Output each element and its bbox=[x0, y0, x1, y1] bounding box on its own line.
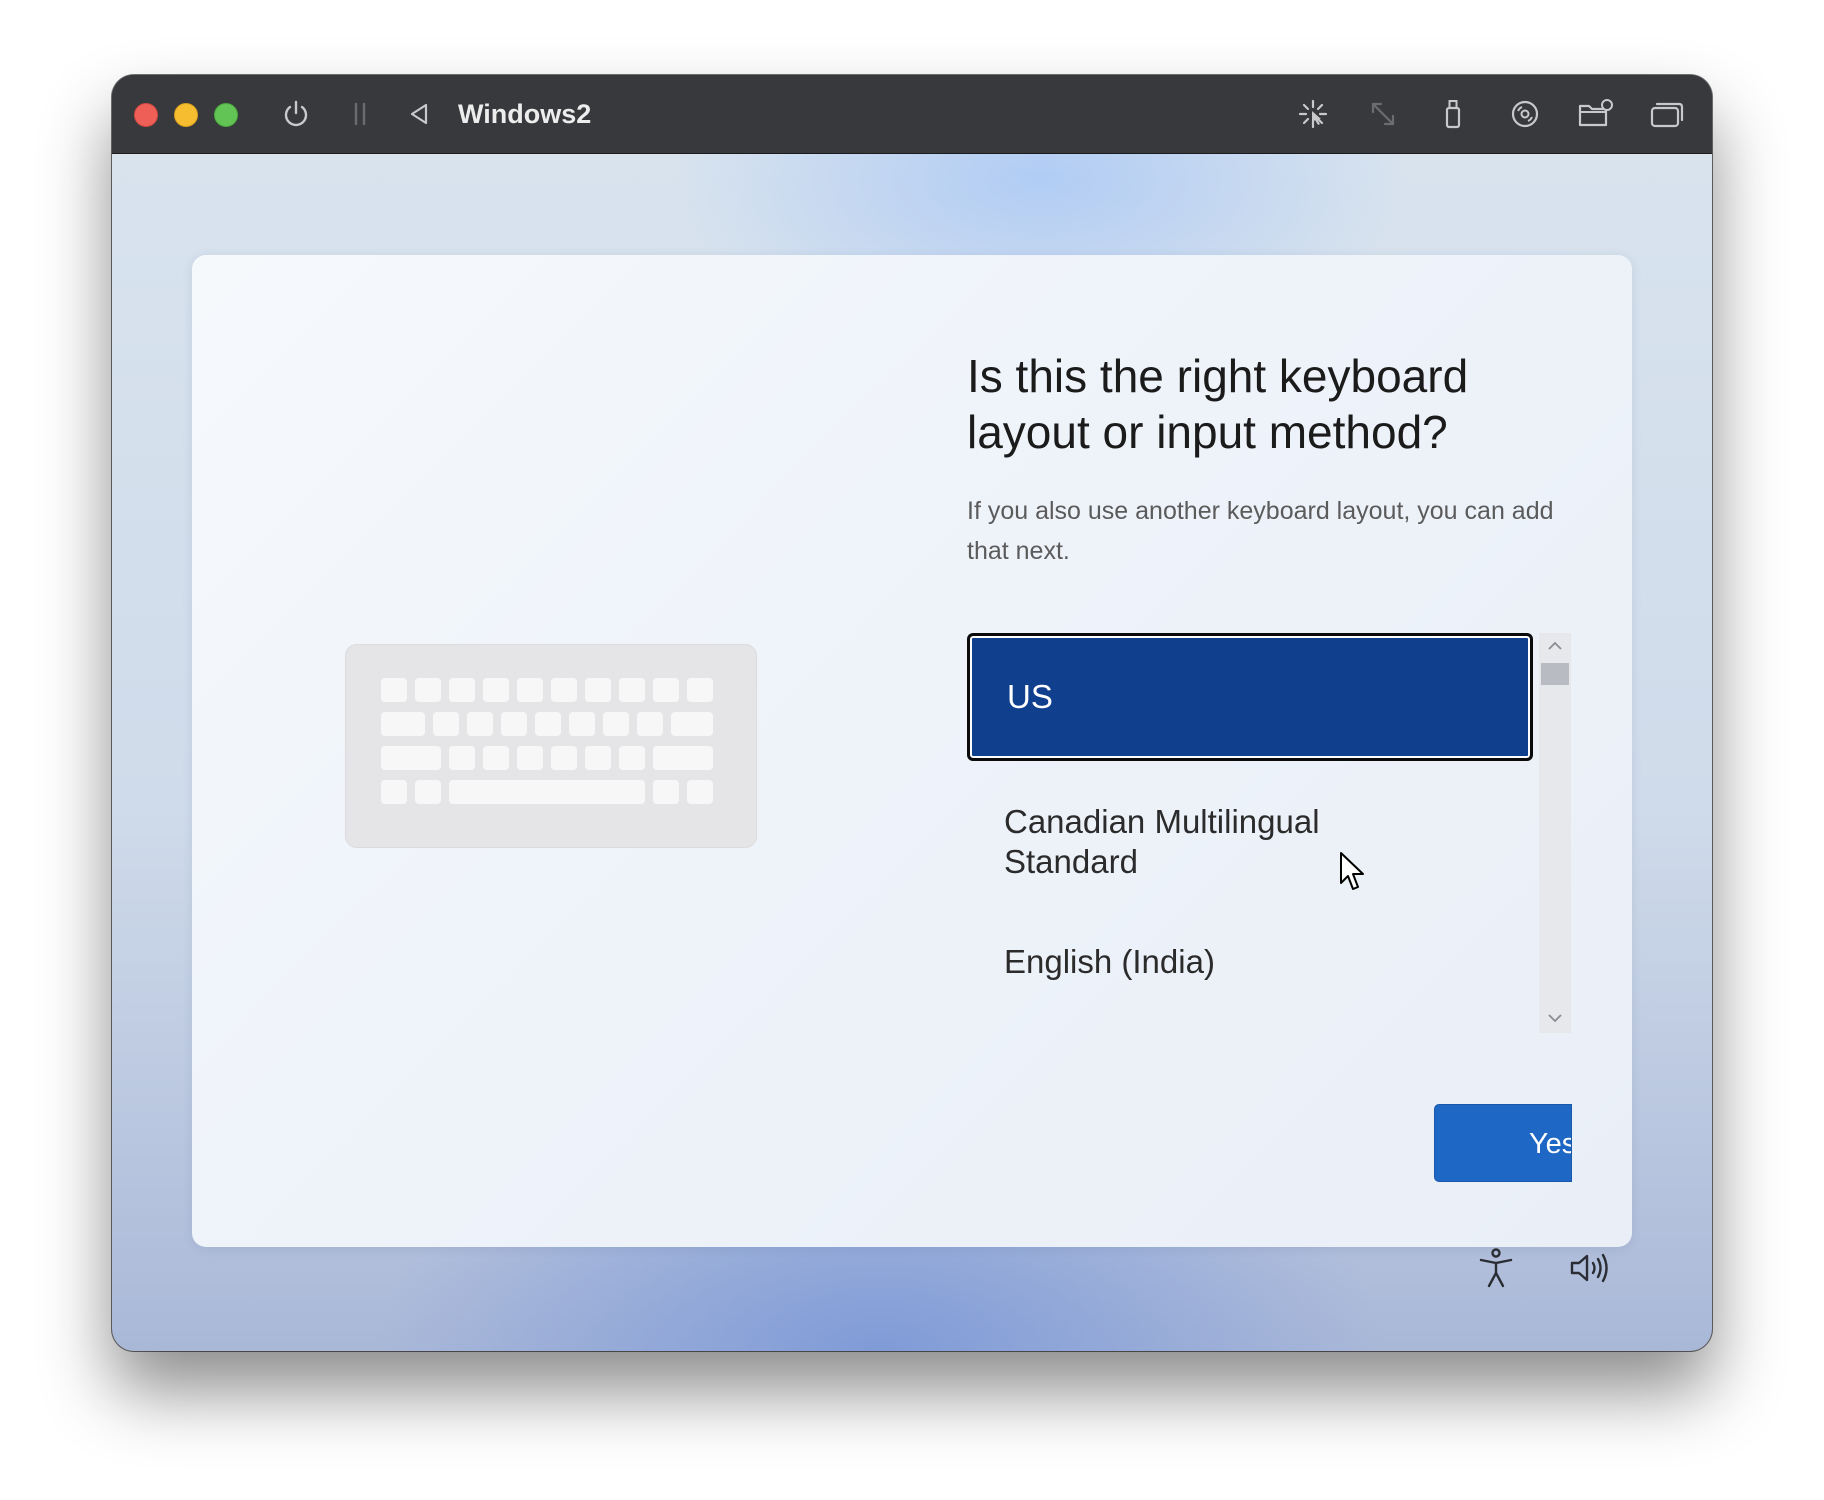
key bbox=[501, 712, 527, 736]
layout-option-english-india[interactable]: English (India) bbox=[967, 917, 1533, 1007]
key bbox=[381, 746, 441, 770]
keyboard-icon bbox=[345, 644, 757, 848]
key bbox=[551, 746, 577, 770]
mouse-cursor-icon bbox=[1340, 852, 1364, 890]
volume-icon[interactable] bbox=[1566, 1244, 1614, 1292]
key bbox=[517, 746, 543, 770]
scroll-down-icon[interactable] bbox=[1545, 1011, 1565, 1025]
list-scrollbar[interactable] bbox=[1539, 633, 1571, 1033]
vm-window: Windows2 Is this the right keyboard layo… bbox=[112, 75, 1712, 1351]
key bbox=[467, 712, 493, 736]
key bbox=[619, 746, 645, 770]
setup-card: Is this the right keyboard layout or inp… bbox=[192, 255, 1632, 1247]
usb-icon[interactable] bbox=[1434, 95, 1472, 133]
key bbox=[569, 712, 595, 736]
minimize-window-button[interactable] bbox=[174, 103, 198, 127]
key bbox=[433, 712, 459, 736]
brightness-icon[interactable] bbox=[1294, 95, 1332, 133]
back-icon[interactable] bbox=[400, 95, 438, 133]
key bbox=[653, 746, 713, 770]
scroll-up-icon[interactable] bbox=[1545, 639, 1565, 653]
key bbox=[653, 780, 679, 804]
layout-option-us[interactable]: US bbox=[967, 633, 1533, 761]
accessibility-icon[interactable] bbox=[1472, 1244, 1520, 1292]
key bbox=[671, 712, 713, 736]
display-icon[interactable] bbox=[1648, 95, 1686, 133]
title-bar: Windows2 bbox=[112, 75, 1712, 154]
layout-option-canadian-multilingual[interactable]: Canadian Multilingual Standard bbox=[967, 797, 1533, 887]
spacebar-key bbox=[449, 780, 645, 804]
layout-option-label: Canadian Multilingual Standard bbox=[1004, 803, 1320, 880]
close-window-button[interactable] bbox=[134, 103, 158, 127]
vm-title: Windows2 bbox=[458, 99, 592, 129]
key bbox=[381, 780, 407, 804]
key bbox=[637, 712, 663, 736]
shared-folder-icon[interactable] bbox=[1576, 95, 1614, 133]
key bbox=[483, 678, 509, 702]
key bbox=[415, 678, 441, 702]
key bbox=[585, 678, 611, 702]
key bbox=[483, 746, 509, 770]
key bbox=[535, 712, 561, 736]
key bbox=[603, 712, 629, 736]
keyboard-layout-list[interactable]: US Canadian Multilingual Standard Englis… bbox=[967, 633, 1573, 1033]
key bbox=[381, 712, 425, 736]
maximize-window-button[interactable] bbox=[214, 103, 238, 127]
key bbox=[381, 678, 407, 702]
key bbox=[653, 678, 679, 702]
key bbox=[585, 746, 611, 770]
key bbox=[415, 780, 441, 804]
scroll-thumb[interactable] bbox=[1541, 663, 1569, 685]
layout-option-label: English (India) bbox=[1004, 943, 1215, 980]
key bbox=[449, 678, 475, 702]
key bbox=[517, 678, 543, 702]
power-icon[interactable] bbox=[277, 95, 315, 133]
yes-button[interactable]: Yes bbox=[1434, 1104, 1572, 1182]
key bbox=[551, 678, 577, 702]
key bbox=[687, 780, 713, 804]
vm-screen: Is this the right keyboard layout or inp… bbox=[112, 154, 1712, 1351]
page-title: Is this the right keyboard layout or inp… bbox=[967, 350, 1469, 458]
disc-icon[interactable] bbox=[1506, 95, 1544, 133]
page-subtitle: If you also use another keyboard layout,… bbox=[967, 497, 1554, 565]
pause-icon[interactable] bbox=[341, 95, 379, 133]
resize-icon[interactable] bbox=[1364, 95, 1402, 133]
key bbox=[449, 746, 475, 770]
key bbox=[619, 678, 645, 702]
key bbox=[687, 678, 713, 702]
layout-option-label: US bbox=[1007, 678, 1053, 715]
